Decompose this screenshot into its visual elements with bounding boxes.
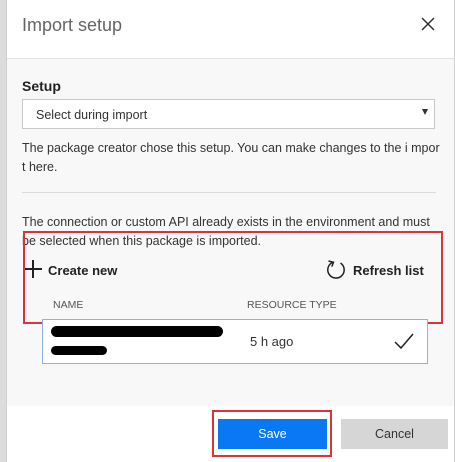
import-setup-dialog: Import setup Setup Select during import … [6,0,455,462]
setup-dropdown[interactable]: Select during import [22,99,435,129]
redacted-name [51,326,223,337]
resource-table-highlight [23,231,443,324]
close-icon[interactable] [417,13,439,35]
save-button[interactable]: Save [218,419,327,449]
setup-label: Setup [22,78,61,94]
checkmark-icon [393,332,415,350]
dialog-title: Import setup [22,15,123,35]
column-header-resource-type: RESOURCE TYPE [247,299,337,311]
setup-description: The package creator chose this setup. Yo… [22,141,440,174]
table-row[interactable]: 5 h ago [42,319,428,364]
setup-dropdown-value: Select during import [36,108,148,122]
column-header-name: NAME [53,299,84,311]
redacted-name [51,346,107,355]
dropdown-arrow-icon [422,109,428,115]
resource-time: 5 h ago [250,334,294,349]
cancel-button[interactable]: Cancel [341,419,448,449]
divider [22,192,436,193]
